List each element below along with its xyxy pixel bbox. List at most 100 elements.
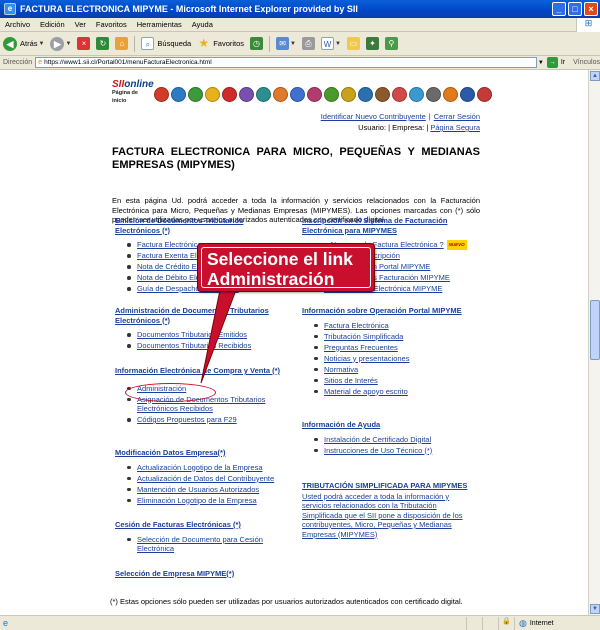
- menu-herramientas[interactable]: Herramientas: [132, 20, 187, 29]
- banner-service-icon[interactable]: [425, 86, 441, 102]
- close-button[interactable]: ×: [584, 2, 598, 16]
- go-label: Ir: [560, 59, 566, 66]
- banner-service-icon[interactable]: [153, 86, 169, 102]
- list-item[interactable]: Instrucciones de Uso Técnico (*): [314, 446, 477, 456]
- page-icon: e: [38, 59, 43, 66]
- chevron-down-icon: ▼: [65, 40, 72, 47]
- section-heading[interactable]: Emisión de Documentos Tributarios Electr…: [115, 216, 265, 235]
- search-button[interactable]: ⌕ Búsqueda: [138, 37, 194, 50]
- scroll-down-arrow-icon[interactable]: ▼: [590, 604, 600, 614]
- list-item[interactable]: Tributación Simplificada: [314, 332, 477, 342]
- section-informacion-operacion: Información sobre Operación Portal MIPYM…: [302, 306, 477, 398]
- list-item[interactable]: Documentos Tributarios Recibidos: [127, 341, 275, 351]
- back-button[interactable]: ◀ Atrás ▼: [0, 36, 47, 51]
- discuss-button[interactable]: ▭: [344, 37, 363, 50]
- section-heading[interactable]: Información de Ayuda: [302, 420, 477, 430]
- banner-service-icon[interactable]: [408, 86, 424, 102]
- minimize-button[interactable]: _: [552, 2, 566, 16]
- go-button[interactable]: → Ir: [546, 57, 566, 68]
- history-button[interactable]: ◷: [247, 37, 266, 50]
- maximize-button[interactable]: □: [568, 2, 582, 16]
- section-heading[interactable]: Administración de Documentos Tributarios…: [115, 306, 275, 325]
- banner-service-icon[interactable]: [476, 86, 492, 102]
- print-button[interactable]: ⎙: [299, 37, 318, 50]
- scroll-up-arrow-icon[interactable]: ▲: [590, 71, 600, 81]
- section-heading[interactable]: Información Electrónica de Compra y Vent…: [115, 366, 285, 376]
- list-item[interactable]: Normativa: [314, 365, 477, 375]
- banner-service-icon[interactable]: [323, 86, 339, 102]
- banner-service-icon[interactable]: [357, 86, 373, 102]
- list-item[interactable]: Selección de Documento para Cesión Elect…: [127, 535, 275, 554]
- refresh-button[interactable]: ↻: [93, 37, 112, 50]
- list-item[interactable]: Documentos Tributarios Emitidos: [127, 330, 275, 340]
- research-button[interactable]: ⚲: [382, 37, 401, 50]
- banner-service-icon[interactable]: [340, 86, 356, 102]
- vertical-scrollbar[interactable]: ▲ ▼: [588, 70, 600, 615]
- home-button[interactable]: ⌂: [112, 37, 131, 50]
- list-item[interactable]: Actualización Logotipo de la Empresa: [127, 463, 290, 473]
- menu-ver[interactable]: Ver: [70, 20, 91, 29]
- windows-logo-icon: ⊞: [576, 17, 600, 32]
- section-heading[interactable]: Modificación Datos Empresa(*): [115, 448, 290, 458]
- globe-icon: ◍: [519, 617, 527, 628]
- status-cell: [482, 616, 498, 630]
- mail-button[interactable]: ✉ ▼: [273, 37, 299, 50]
- banner-service-icon[interactable]: [170, 86, 186, 102]
- page-title: FACTURA ELECTRONICA PARA MICRO, PEQUEÑAS…: [112, 146, 480, 171]
- banner-service-icon[interactable]: [255, 86, 271, 102]
- menu-ayuda[interactable]: Ayuda: [187, 20, 218, 29]
- instruction-callout: Seleccione el link Administración: [197, 243, 375, 292]
- section-heading[interactable]: Selección de Empresa MIPYME(*): [115, 569, 275, 579]
- banner-service-icon[interactable]: [187, 86, 203, 102]
- security-zone: ◍ Internet: [514, 616, 600, 630]
- forward-button[interactable]: ▶ ▼: [47, 36, 74, 51]
- address-input[interactable]: e https://www1.sii.cl/Portal001/menuFact…: [35, 57, 537, 68]
- banner-service-icon[interactable]: [238, 86, 254, 102]
- back-label: Atrás: [20, 39, 38, 48]
- tributacion-description-link[interactable]: Usted podrá acceder a toda la informació…: [302, 492, 477, 540]
- banner-service-icon[interactable]: [374, 86, 390, 102]
- scrollbar-thumb[interactable]: [590, 300, 600, 360]
- banner-service-icon[interactable]: [391, 86, 407, 102]
- list-item[interactable]: Preguntas Frecuentes: [314, 343, 477, 353]
- banner-service-icon[interactable]: [459, 86, 475, 102]
- favorites-label: Favoritos: [213, 39, 245, 48]
- menu-edicion[interactable]: Edición: [35, 20, 70, 29]
- banner-service-icon[interactable]: [306, 86, 322, 102]
- messenger-button[interactable]: ✦: [363, 37, 382, 50]
- new-badge: NUEVO: [446, 240, 467, 250]
- links-label[interactable]: Vínculos: [573, 59, 600, 66]
- stop-button[interactable]: ×: [74, 37, 93, 50]
- list-item[interactable]: Material de apoyo escrito: [314, 387, 477, 397]
- list-item[interactable]: Instalación de Certificado Digital: [314, 435, 477, 445]
- identify-taxpayer-link[interactable]: Identificar Nuevo Contribuyente: [321, 112, 426, 121]
- logout-link[interactable]: Cerrar Sesión: [434, 112, 480, 121]
- banner-service-icon[interactable]: [221, 86, 237, 102]
- administracion-highlight-circle: [125, 383, 216, 402]
- secure-page-link[interactable]: Página Segura: [430, 123, 480, 132]
- list-item[interactable]: Códigos Propuestos para F29: [127, 415, 285, 425]
- banner-service-icon[interactable]: [289, 86, 305, 102]
- list-item[interactable]: Noticias y presentaciones: [314, 354, 477, 364]
- list-item[interactable]: Sitios de Interés: [314, 376, 477, 386]
- menu-archivo[interactable]: Archivo: [0, 20, 35, 29]
- edit-button[interactable]: W ▼: [318, 37, 344, 50]
- section-administracion-documentos: Administración de Documentos Tributarios…: [115, 306, 275, 352]
- list-item[interactable]: Eliminación Logotipo de la Empresa: [127, 496, 290, 506]
- favorites-button[interactable]: ★ Favoritos: [194, 37, 247, 50]
- folder-icon: ▭: [346, 37, 360, 50]
- banner-service-icon[interactable]: [272, 86, 288, 102]
- section-heading[interactable]: Cesión de Facturas Electrónicas (*): [115, 520, 275, 530]
- list-item[interactable]: Factura Electrónica: [314, 321, 477, 331]
- research-icon: ⚲: [384, 37, 398, 50]
- sii-home-logo[interactable]: SIIonline Página de inicio: [112, 80, 154, 107]
- banner-service-icon[interactable]: [442, 86, 458, 102]
- section-heading[interactable]: Información sobre Operación Portal MIPYM…: [302, 306, 477, 316]
- list-item[interactable]: Mantención de Usuarios Autorizados: [127, 485, 290, 495]
- banner-service-icon[interactable]: [204, 86, 220, 102]
- section-heading[interactable]: Inscripción en el Sistema de Facturación…: [302, 216, 477, 235]
- menu-favoritos[interactable]: Favoritos: [91, 20, 132, 29]
- chevron-down-icon[interactable]: ▼: [538, 60, 544, 66]
- section-heading[interactable]: TRIBUTACIÓN SIMPLIFICADA PARA MIPYMES: [302, 481, 477, 491]
- list-item[interactable]: Actualización de Datos del Contribuyente: [127, 474, 290, 484]
